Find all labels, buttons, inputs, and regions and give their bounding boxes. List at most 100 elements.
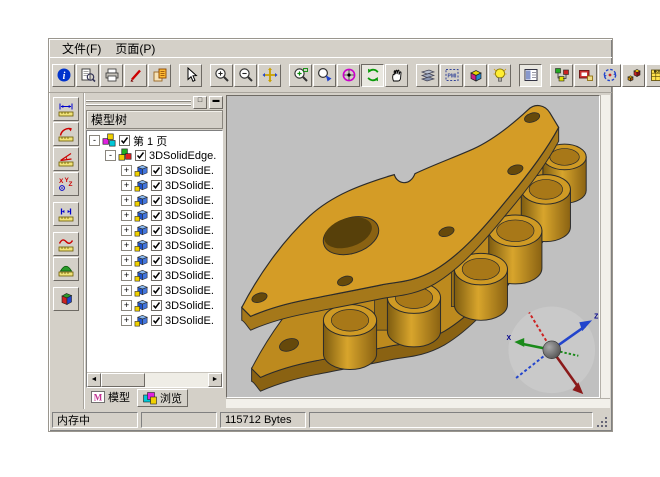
pmi-button[interactable]: PMI [440, 64, 463, 87]
panel-float-button[interactable]: □ [193, 96, 207, 109]
tree-item-part[interactable]: +3DSolidE. [89, 313, 222, 328]
expand-icon[interactable]: + [121, 315, 132, 326]
viewport[interactable]: Z Y X [226, 95, 600, 398]
menu-item-0[interactable]: 文件(F) [55, 39, 108, 58]
measure-radius-button[interactable] [53, 122, 79, 146]
tree-item-part[interactable]: +3DSolidE. [89, 253, 222, 268]
tree-item-part[interactable]: +3DSolidE. [89, 208, 222, 223]
visibility-checkbox[interactable] [151, 300, 162, 311]
expand-icon[interactable]: + [121, 195, 132, 206]
viewport-hscrollbar[interactable] [226, 398, 610, 408]
tree-item-part[interactable]: +3DSolidE. [89, 238, 222, 253]
print-button[interactable] [100, 64, 123, 87]
measure-coordinate-icon: XYZ [58, 176, 74, 192]
tree-item-part[interactable]: +3DSolidE. [89, 283, 222, 298]
expand-icon[interactable]: + [121, 285, 132, 296]
assembly-tree-button[interactable] [550, 64, 573, 87]
pan-hand-button[interactable] [385, 64, 408, 87]
zoom-in-button[interactable] [210, 64, 233, 87]
tree-item-part[interactable]: +3DSolidE. [89, 223, 222, 238]
scroll-right-icon[interactable]: ► [208, 373, 222, 387]
measure-coordinate-button[interactable]: XYZ [53, 172, 79, 196]
browse-tab-icon [143, 391, 157, 405]
rotate-button[interactable] [361, 64, 384, 87]
snapshot-button[interactable] [574, 64, 597, 87]
viewport-vscrollbar[interactable] [600, 95, 610, 398]
collapse-icon[interactable]: - [89, 135, 100, 146]
expand-icon[interactable]: + [121, 270, 132, 281]
visibility-checkbox[interactable] [151, 315, 162, 326]
expand-icon[interactable]: + [121, 180, 132, 191]
layers-button[interactable] [416, 64, 439, 87]
collapse-icon[interactable]: - [105, 150, 116, 161]
tree-hscroll-track[interactable] [145, 373, 208, 387]
measure-volume-button[interactable] [53, 287, 79, 311]
visibility-checkbox[interactable] [151, 270, 162, 281]
tree-item-part[interactable]: +3DSolidE. [89, 178, 222, 193]
measure-area-button[interactable] [53, 257, 79, 281]
model-canvas[interactable]: Z Y X [227, 96, 599, 397]
visibility-checkbox[interactable] [151, 195, 162, 206]
tree-item-label: 3DSolidE. [165, 285, 214, 297]
zoom-out-button[interactable] [234, 64, 257, 87]
part-icon [134, 253, 149, 268]
print-preview-button[interactable] [76, 64, 99, 87]
orientation-ball[interactable]: Z Y X [506, 307, 598, 397]
expand-icon[interactable]: + [121, 225, 132, 236]
markup-pen-button[interactable] [124, 64, 147, 87]
visibility-checkbox[interactable] [151, 165, 162, 176]
visibility-checkbox[interactable] [119, 135, 130, 146]
tree-hscrollbar[interactable]: ◄ ► [87, 372, 222, 387]
menu-item-1[interactable]: 页面(P) [108, 39, 162, 58]
zoom-window-button[interactable] [289, 64, 312, 87]
expand-icon[interactable]: + [121, 255, 132, 266]
tree-item-page[interactable]: -第 1 页 [89, 133, 222, 148]
pan-axes-button[interactable] [258, 64, 281, 87]
export-doc-icon [152, 67, 168, 83]
tree-item-part[interactable]: +3DSolidE. [89, 268, 222, 283]
expand-icon[interactable]: + [121, 210, 132, 221]
panel-toggle-button[interactable] [519, 64, 542, 87]
visibility-checkbox[interactable] [135, 150, 146, 161]
bom-button[interactable]: BOM [646, 64, 660, 87]
visibility-checkbox[interactable] [151, 180, 162, 191]
visibility-checkbox[interactable] [151, 285, 162, 296]
tree-item-assembly[interactable]: -3DSolidEdge. [89, 148, 222, 163]
visibility-checkbox[interactable] [151, 225, 162, 236]
expand-icon[interactable]: + [121, 300, 132, 311]
measure-radius-icon [58, 126, 74, 142]
markup-pen-icon [128, 67, 144, 83]
panel-grip[interactable]: □ ▬ [86, 94, 223, 110]
explode-button[interactable] [622, 64, 645, 87]
zoom-dynamic-button[interactable] [313, 64, 336, 87]
tree-item-label: 3DSolidE. [165, 270, 214, 282]
export-doc-button[interactable] [148, 64, 171, 87]
measure-distance-button[interactable] [53, 97, 79, 121]
tree-hscroll-thumb[interactable] [101, 373, 145, 387]
tree-item-part[interactable]: +3DSolidE. [89, 163, 222, 178]
update-view-button[interactable] [598, 64, 621, 87]
measure-curve-button[interactable] [53, 232, 79, 256]
tab-browse[interactable]: 浏览 [137, 389, 188, 407]
visibility-checkbox[interactable] [151, 240, 162, 251]
select-cursor-button[interactable] [179, 64, 202, 87]
view-cube-button[interactable] [464, 64, 487, 87]
scroll-left-icon[interactable]: ◄ [87, 373, 101, 387]
visibility-checkbox[interactable] [151, 210, 162, 221]
measure-angle-button[interactable] [53, 147, 79, 171]
resize-grip[interactable] [596, 416, 609, 429]
assembly-tree-icon [554, 67, 570, 83]
tree-item-part[interactable]: +3DSolidE. [89, 193, 222, 208]
light-bulb-button[interactable] [488, 64, 511, 87]
expand-icon[interactable]: + [121, 165, 132, 176]
tree-item-part[interactable]: +3DSolidE. [89, 298, 222, 313]
expand-icon[interactable]: + [121, 240, 132, 251]
panel-hide-button[interactable]: ▬ [209, 96, 223, 109]
orbit-button[interactable] [337, 64, 360, 87]
visibility-checkbox[interactable] [151, 255, 162, 266]
info-button[interactable]: i [52, 64, 75, 87]
measure-gap-button[interactable] [53, 202, 79, 226]
tab-model[interactable]: M模型 [86, 389, 135, 405]
status-panel-2: 115712 Bytes [220, 412, 306, 428]
panel-toggle-icon [523, 67, 539, 83]
